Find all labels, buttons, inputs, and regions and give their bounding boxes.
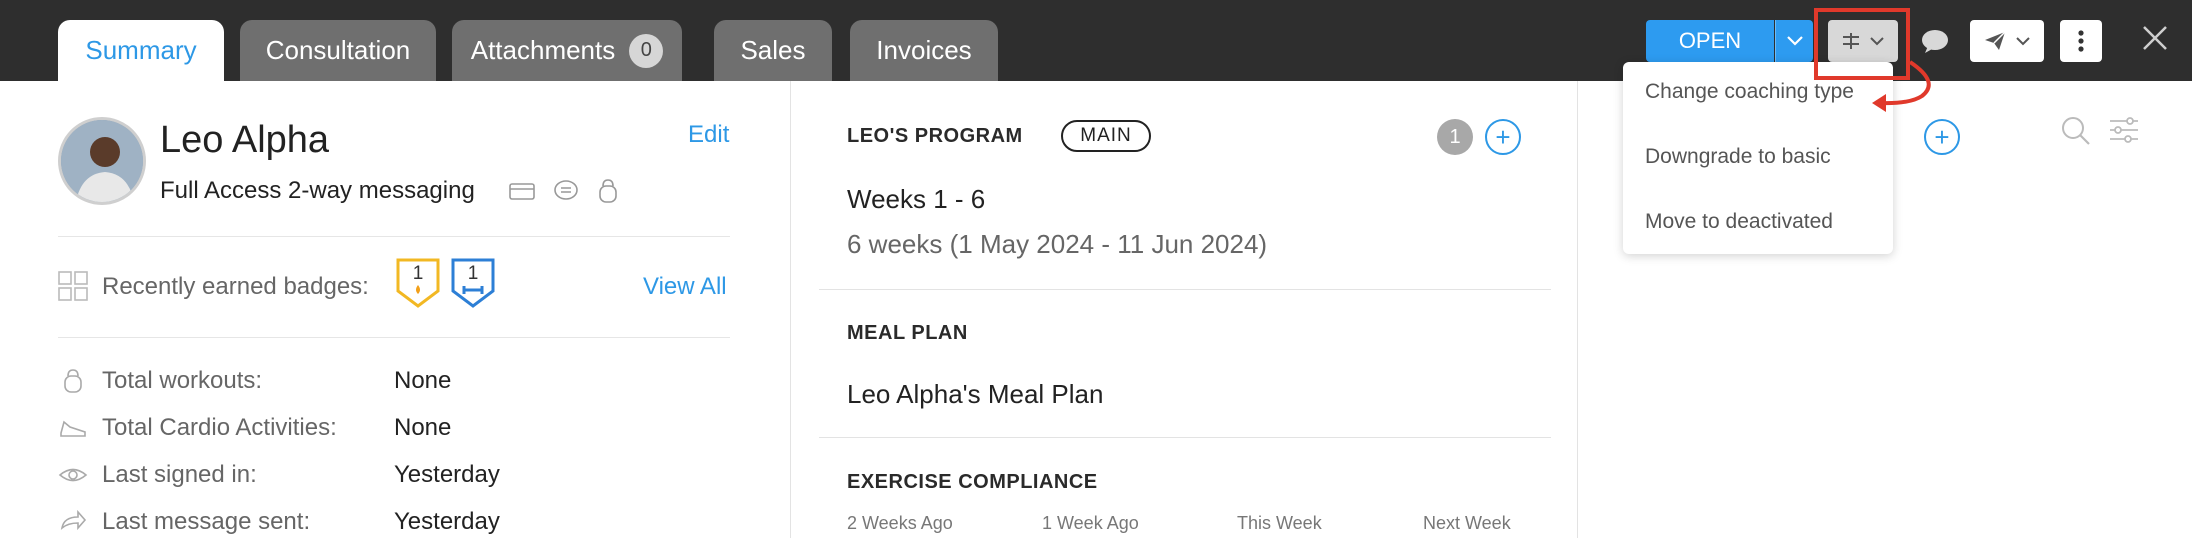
badge-count: 1 [412, 263, 424, 284]
close-button[interactable] [2135, 18, 2175, 58]
stat-value: None [394, 367, 452, 394]
edit-profile-link[interactable]: Edit [688, 121, 729, 149]
divider [58, 337, 730, 338]
messaging-icon [554, 180, 578, 200]
compliance-column-header: This Week [1237, 513, 1322, 533]
paper-plane-icon [1985, 31, 2006, 50]
status-open-button[interactable]: OPEN [1646, 20, 1774, 62]
menu-item-change-coaching-type[interactable]: Change coaching type [1645, 80, 1854, 104]
menu-item-move-to-deactivated[interactable]: Move to deactivated [1645, 210, 1833, 234]
tab-label: Sales [740, 35, 806, 65]
tab-summary[interactable]: Summary [58, 20, 224, 81]
annotation-arrow-icon [1872, 60, 1931, 112]
stat-label: Last signed in: [102, 461, 257, 488]
badge-count: 1 [467, 263, 479, 284]
stat-last-message-sent: Last message sent: Yesterday [58, 506, 730, 538]
stat-value: Yesterday [394, 461, 500, 488]
chat-bubble-icon [1922, 30, 1948, 53]
kettlebell-icon [64, 369, 82, 393]
meal-plan-name[interactable]: Leo Alpha's Meal Plan [847, 379, 1103, 410]
stat-label: Total Cardio Activities: [102, 414, 337, 441]
attachments-count-badge: 0 [629, 33, 664, 68]
stat-total-workouts: Total workouts: None [58, 365, 730, 397]
exercise-compliance-title: EXERCISE COMPLIANCE [847, 471, 1098, 493]
program-panel: LEO'S PROGRAM MAIN 1 + Weeks 1 - 6 6 wee… [790, 81, 1578, 538]
stat-label: Last message sent: [102, 508, 311, 535]
stat-last-signed-in: Last signed in: Yesterday [58, 459, 730, 491]
close-icon [2143, 26, 2167, 50]
chevron-down-icon [1786, 36, 1803, 46]
divider [58, 236, 730, 237]
program-duration: 6 weeks (1 May 2024 - 11 Jun 2024) [847, 229, 1268, 259]
divider [819, 437, 1551, 438]
badges-label: Recently earned badges: [102, 273, 369, 300]
avatar [58, 117, 146, 205]
badges-grid-icon [58, 271, 88, 301]
chat-button[interactable] [1915, 20, 1955, 62]
tab-label: Summary [85, 35, 197, 65]
program-title: LEO'S PROGRAM [847, 125, 1023, 147]
send-message-button[interactable] [1970, 20, 2044, 62]
client-profile-panel: Leo Alpha Full Access 2-way messaging Ed… [0, 81, 790, 538]
view-all-badges-link[interactable]: View All [643, 273, 727, 301]
program-tag: MAIN [1061, 120, 1151, 152]
chevron-down-icon [2016, 36, 2030, 45]
compliance-column-header: Next Week [1423, 513, 1511, 533]
vertical-dots-icon [2078, 30, 2084, 52]
stat-total-cardio: Total Cardio Activities: None [58, 412, 730, 444]
status-dropdown-button[interactable] [1775, 20, 1813, 62]
client-plan: Full Access 2-way messaging [160, 177, 475, 204]
meal-plan-title: MEAL PLAN [847, 322, 968, 344]
compliance-column-header: 1 Week Ago [1042, 513, 1139, 533]
coaching-options-menu: Change coaching type Downgrade to basic … [1623, 62, 1893, 254]
tab-attachments[interactable]: Attachments 0 [452, 20, 682, 81]
client-name: Leo Alpha [160, 119, 330, 161]
more-options-button[interactable] [2060, 20, 2102, 62]
eye-icon [58, 468, 88, 482]
stat-label: Total workouts: [102, 367, 263, 394]
compliance-column-header: 2 Weeks Ago [847, 513, 953, 533]
tab-label: Consultation [265, 35, 411, 65]
program-count-badge: 1 [1437, 119, 1473, 155]
divider [819, 289, 1551, 290]
status-open-label: OPEN [1678, 28, 1742, 53]
tab-label: Attachments [470, 35, 616, 65]
shoe-icon [60, 420, 86, 437]
badge-dumbbell[interactable]: 1 [450, 257, 496, 309]
add-item-button[interactable]: + [1924, 119, 1960, 155]
avatar-image [61, 120, 143, 202]
tab-invoices[interactable]: Invoices [850, 20, 998, 81]
tab-consultation[interactable]: Consultation [240, 20, 436, 81]
stat-value: None [394, 414, 452, 441]
search-icon[interactable] [2060, 115, 2092, 147]
reply-icon [60, 509, 87, 531]
program-weeks: Weeks 1 - 6 [847, 184, 986, 214]
kettlebell-icon [599, 179, 617, 203]
badge-flame[interactable]: 1 [395, 257, 441, 309]
filter-sliders-icon[interactable] [2108, 115, 2140, 145]
add-program-button[interactable]: + [1485, 119, 1521, 155]
stat-value: Yesterday [394, 508, 500, 535]
tab-sales[interactable]: Sales [714, 20, 832, 81]
menu-item-downgrade-to-basic[interactable]: Downgrade to basic [1645, 145, 1831, 169]
credit-card-icon [509, 183, 535, 200]
tab-label: Invoices [876, 35, 972, 65]
plus-icon: + [1495, 122, 1511, 152]
plus-icon: + [1934, 122, 1950, 152]
